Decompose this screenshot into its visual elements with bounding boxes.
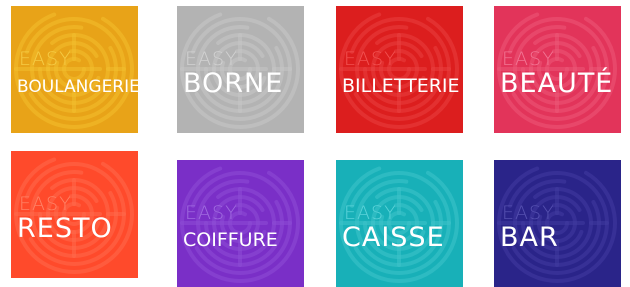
product-label: BORNE (183, 68, 284, 99)
tile-easy-billetterie[interactable]: EASY BILLETTERIE (336, 6, 463, 133)
brand-label: EASY (19, 48, 72, 70)
tile-easy-borne[interactable]: EASY BORNE (177, 6, 304, 133)
product-label: BAR (500, 222, 559, 253)
brand-label: EASY (185, 48, 238, 70)
product-label: BILLETTERIE (342, 75, 460, 97)
tile-easy-coiffure[interactable]: EASY COIFFURE (177, 160, 304, 287)
tile-easy-bar[interactable]: EASY BAR (494, 160, 621, 287)
product-label: CAISSE (342, 222, 445, 253)
brand-label: EASY (19, 193, 72, 215)
brand-label: EASY (344, 48, 397, 70)
tile-easy-beaute[interactable]: EASY BEAUTÉ (494, 6, 621, 133)
brand-label: EASY (502, 48, 555, 70)
tile-easy-boulangerie[interactable]: EASY BOULANGERIE (11, 6, 138, 133)
product-label: RESTO (17, 213, 113, 244)
brand-label: EASY (344, 202, 397, 224)
brand-label: EASY (502, 202, 555, 224)
product-label: BOULANGERIE (17, 77, 138, 97)
product-label: COIFFURE (183, 229, 278, 251)
brand-label: EASY (185, 202, 238, 224)
tile-easy-resto[interactable]: EASY RESTO (11, 151, 138, 278)
product-label: BEAUTÉ (500, 68, 614, 99)
tile-easy-caisse[interactable]: EASY CAISSE (336, 160, 463, 287)
product-grid: EASY BOULANGERIE EASY BORNE EASY BILLETT… (0, 0, 630, 287)
